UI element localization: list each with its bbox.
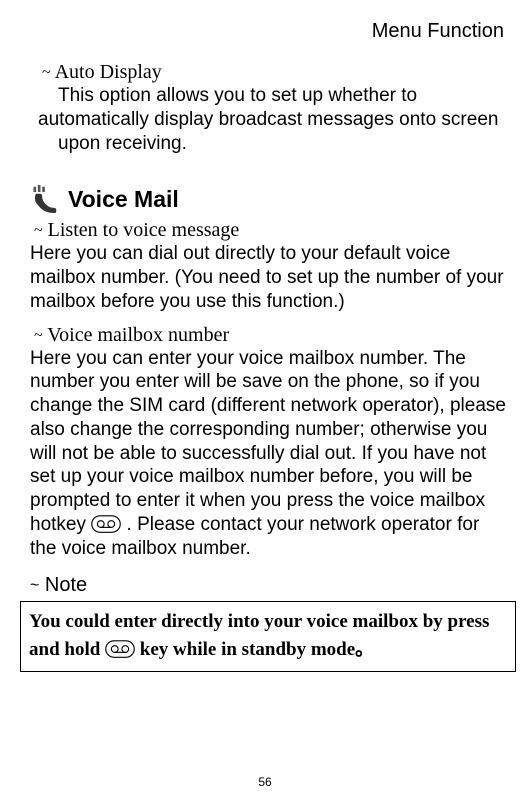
auto-display-line3: upon receiving.: [58, 132, 510, 156]
note-heading: ~ Note: [30, 574, 510, 597]
number-title: Voice mailbox number: [47, 324, 229, 346]
auto-display-body: This option allows you to set up whether…: [38, 84, 510, 155]
number-body: Here you can enter your voice mailbox nu…: [30, 347, 510, 561]
note-box: You could enter directly into your voice…: [20, 601, 516, 672]
page-number: 56: [0, 775, 530, 789]
auto-display-title: Auto Display: [55, 61, 162, 83]
phone-bars-icon: [30, 185, 58, 213]
number-title-line: ~ Voice mailbox number: [34, 324, 510, 347]
voicemail-key-icon: [91, 515, 121, 533]
bullet-icon: ~: [34, 327, 43, 344]
voicemail-key-icon: [105, 640, 135, 658]
bullet-icon: ~: [34, 222, 43, 239]
page-header: Menu Function: [30, 20, 510, 43]
listen-body: Here you can dial out directly to your d…: [30, 242, 510, 313]
auto-display-title-line: ~ Auto Display: [42, 61, 510, 84]
listen-title-line: ~ Listen to voice message: [34, 219, 510, 242]
auto-display-line1: This option allows you to set up whether…: [58, 84, 510, 108]
bullet-icon: ~: [30, 577, 39, 594]
voice-mail-heading: Voice Mail: [30, 185, 510, 213]
voice-mail-title: Voice Mail: [68, 186, 179, 213]
number-body-before: Here you can enter your voice mailbox nu…: [30, 348, 506, 535]
listen-title: Listen to voice message: [48, 219, 240, 241]
note-label: Note: [45, 574, 87, 596]
bullet-icon: ~: [42, 64, 51, 81]
auto-display-line2: automatically display broadcast messages…: [38, 108, 510, 132]
note-text-after: key while in standby mode。: [140, 639, 374, 660]
